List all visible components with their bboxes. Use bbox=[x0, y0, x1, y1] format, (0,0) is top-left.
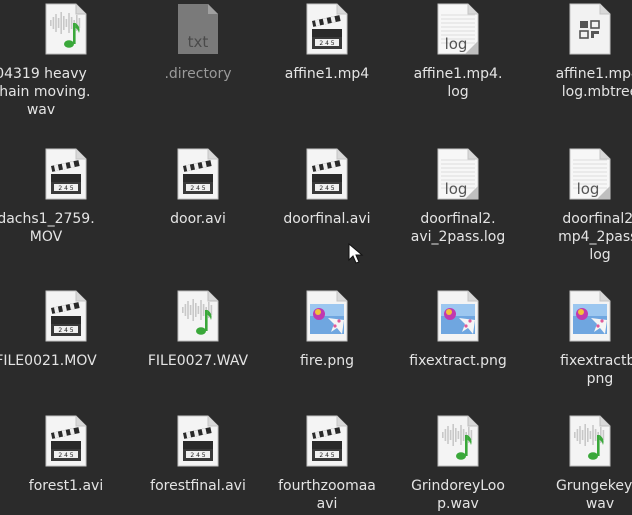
file-item[interactable]: 2 4 5 door.avi bbox=[133, 148, 263, 228]
svg-text:log: log bbox=[445, 180, 468, 198]
file-name-label: .directory bbox=[164, 66, 232, 82]
file-item[interactable]: FILE0027.WAV bbox=[133, 290, 263, 370]
file-name-label: dachs1_2759. MOV bbox=[0, 211, 95, 245]
file-item[interactable]: 2 4 5 FILE0021.MOV bbox=[0, 290, 131, 370]
audio-file-icon bbox=[175, 290, 221, 342]
video-file-icon: 2 4 5 bbox=[304, 3, 350, 55]
file-name-label: affine1.mp4 bbox=[284, 66, 370, 82]
image-file-icon bbox=[435, 290, 481, 342]
file-name-label: affine1.mp4. log bbox=[413, 66, 503, 100]
file-name-label: forest1.avi bbox=[28, 478, 104, 494]
file-item[interactable]: GrindoreyLoo p.wav bbox=[393, 415, 523, 513]
file-name-label: doorfinal2. avi_2pass.log bbox=[410, 211, 506, 245]
file-item[interactable]: fixextract.png bbox=[393, 290, 523, 370]
svg-text:2 4 5: 2 4 5 bbox=[319, 40, 334, 47]
file-item[interactable]: log doorfinal2. avi_2pass.log bbox=[393, 148, 523, 246]
file-item[interactable]: 2 4 5 forest1.avi bbox=[1, 415, 131, 495]
svg-text:2 4 5: 2 4 5 bbox=[58, 452, 73, 459]
video-file-icon: 2 4 5 bbox=[43, 415, 89, 467]
audio-file-icon bbox=[567, 415, 613, 467]
file-item[interactable]: 2 4 5 dachs1_2759. MOV bbox=[0, 148, 131, 246]
file-item[interactable]: 2 4 5 fourthzoomaa avi bbox=[262, 415, 392, 513]
file-item[interactable]: Grungekeys. wav bbox=[525, 415, 632, 513]
file-name-label: 04319 heavy chain moving. wav bbox=[0, 66, 91, 118]
svg-text:2 4 5: 2 4 5 bbox=[319, 452, 334, 459]
txt-file-icon: txt bbox=[175, 3, 221, 55]
file-name-label: GrindoreyLoo p.wav bbox=[411, 478, 505, 512]
file-name-label: fourthzoomaa avi bbox=[278, 478, 376, 512]
video-file-icon: 2 4 5 bbox=[43, 148, 89, 200]
log-file-icon: log bbox=[435, 148, 481, 200]
file-item[interactable]: fire.png bbox=[262, 290, 392, 370]
file-name-label: fire.png bbox=[300, 353, 354, 369]
log-file-icon: log bbox=[567, 148, 613, 200]
svg-text:txt: txt bbox=[188, 33, 209, 51]
file-name-label: door.avi bbox=[170, 211, 226, 227]
mbtree-file-icon bbox=[567, 3, 613, 55]
file-item[interactable]: txt .directory bbox=[133, 3, 263, 83]
file-name-label: doorfinal2. mp4_2pass. log bbox=[558, 211, 632, 263]
image-file-icon bbox=[567, 290, 613, 342]
audio-file-icon bbox=[43, 3, 89, 55]
file-name-label: forestfinal.avi bbox=[150, 478, 246, 494]
file-item[interactable]: 04319 heavy chain moving. wav bbox=[0, 3, 131, 119]
video-file-icon: 2 4 5 bbox=[304, 148, 350, 200]
file-item[interactable]: log affine1.mp4. log bbox=[393, 3, 523, 101]
file-name-label: FILE0021.MOV bbox=[0, 353, 97, 369]
svg-text:2 4 5: 2 4 5 bbox=[58, 327, 73, 334]
svg-text:2 4 5: 2 4 5 bbox=[190, 452, 205, 459]
svg-text:log: log bbox=[577, 180, 600, 198]
file-name-label: fixextractb. png bbox=[560, 353, 632, 387]
svg-text:2 4 5: 2 4 5 bbox=[319, 185, 334, 192]
file-item[interactable]: log doorfinal2. mp4_2pass. log bbox=[525, 148, 632, 264]
file-name-label: FILE0027.WAV bbox=[147, 353, 249, 369]
file-name-label: doorfinal.avi bbox=[283, 211, 371, 227]
svg-text:2 4 5: 2 4 5 bbox=[58, 185, 73, 192]
video-file-icon: 2 4 5 bbox=[304, 415, 350, 467]
audio-file-icon bbox=[435, 415, 481, 467]
svg-text:log: log bbox=[445, 35, 468, 53]
file-name-label: Grungekeys. wav bbox=[555, 478, 632, 512]
file-name-label: fixextract.png bbox=[409, 353, 507, 369]
video-file-icon: 2 4 5 bbox=[43, 290, 89, 342]
mouse-pointer-icon bbox=[348, 243, 364, 264]
video-file-icon: 2 4 5 bbox=[175, 148, 221, 200]
file-item[interactable]: affine1.mp4. log.mbtree bbox=[525, 3, 632, 101]
file-item[interactable]: fixextractb. png bbox=[525, 290, 632, 388]
file-name-label: affine1.mp4. log.mbtree bbox=[555, 66, 632, 100]
file-item[interactable]: 2 4 5 forestfinal.avi bbox=[133, 415, 263, 495]
image-file-icon bbox=[304, 290, 350, 342]
file-item[interactable]: 2 4 5 doorfinal.avi bbox=[262, 148, 392, 228]
svg-text:2 4 5: 2 4 5 bbox=[190, 185, 205, 192]
log-file-icon: log bbox=[435, 3, 481, 55]
file-item[interactable]: 2 4 5 affine1.mp4 bbox=[262, 3, 392, 83]
video-file-icon: 2 4 5 bbox=[175, 415, 221, 467]
